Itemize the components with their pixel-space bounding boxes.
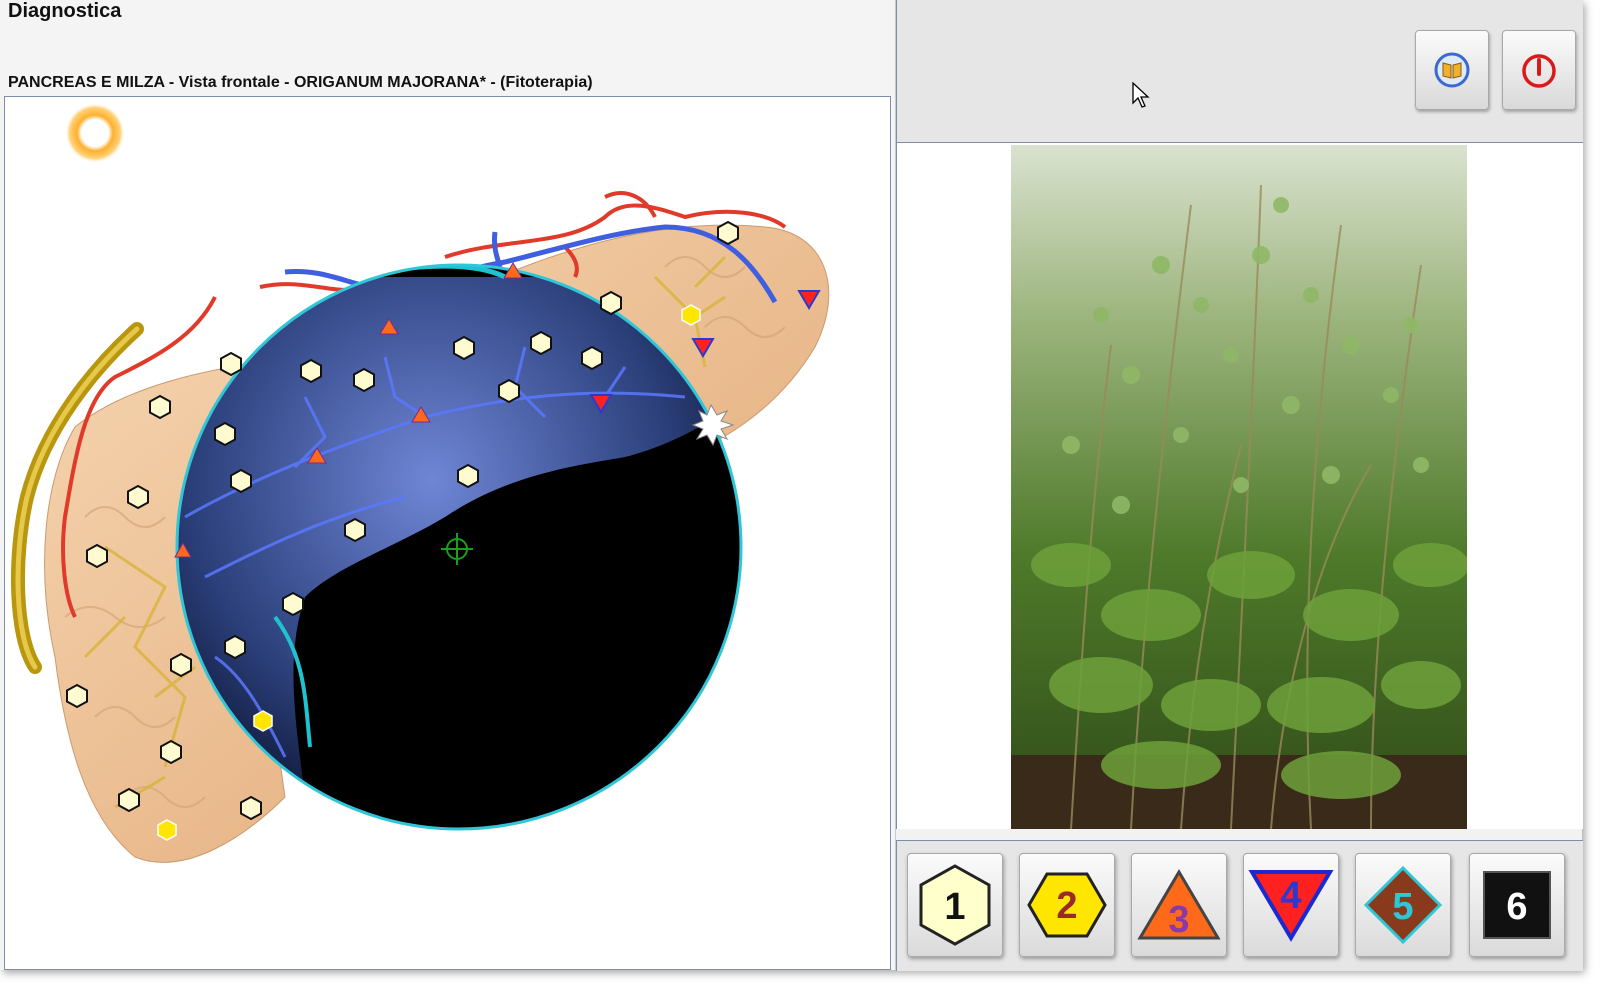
hex-marker (240, 795, 262, 821)
diagnosis-panel: Diagnostica PANCREAS E MILZA - Vista fro… (0, 0, 896, 970)
hex-marker (717, 220, 739, 246)
anatomy-illustration (10, 103, 830, 863)
hex-marker (498, 378, 520, 404)
anatomy-canvas[interactable] (4, 96, 891, 970)
plant-photo (1011, 145, 1467, 829)
red-triangle-down-icon: 4 (1248, 870, 1334, 942)
hex-marker (86, 543, 108, 569)
orange-triangle-up-icon: 3 (1137, 869, 1221, 941)
hex-marker (457, 463, 479, 489)
marker-button-3[interactable]: 3 (1131, 853, 1227, 957)
hex-marker (581, 345, 603, 371)
glow-marker-icon (65, 103, 125, 163)
black-square-icon: 6 (1483, 871, 1551, 939)
hex-marker-yellow (157, 819, 177, 841)
hex-marker (160, 739, 182, 765)
marker-button-6[interactable]: 6 (1469, 853, 1565, 957)
marker-label-5: 5 (1392, 886, 1413, 928)
hex-marker (300, 358, 322, 384)
hex-marker (600, 290, 622, 316)
hex-marker-yellow (681, 304, 701, 326)
hex-marker (170, 652, 192, 678)
hex-marker-yellow (253, 710, 273, 732)
hex-marker (282, 591, 304, 617)
marker-button-5[interactable]: 5 (1355, 853, 1451, 957)
hex-marker (453, 335, 475, 361)
marker-button-1[interactable]: 1 (907, 853, 1003, 957)
book-button[interactable] (1415, 30, 1489, 110)
marker-label-2: 2 (1056, 885, 1077, 927)
marker-label-3: 3 (1168, 899, 1189, 941)
hex-marker (224, 634, 246, 660)
marker-label-1: 1 (944, 886, 965, 928)
hex-marker (220, 351, 242, 377)
hex-marker (214, 421, 236, 447)
brown-diamond-icon: 5 (1363, 865, 1443, 945)
photo-panel (896, 143, 1583, 829)
book-icon (1434, 52, 1470, 88)
window-title: Diagnostica (8, 0, 122, 22)
hex-marker (344, 517, 366, 543)
hex-marker (66, 683, 88, 709)
marker-button-2[interactable]: 2 (1019, 853, 1115, 957)
view-caption: PANCREAS E MILZA - Vista frontale - ORIG… (8, 74, 593, 91)
hex-marker (118, 787, 140, 813)
diagnostica-window: Diagnostica PANCREAS E MILZA - Vista fro… (0, 0, 1583, 971)
marker-label-6: 6 (1506, 886, 1527, 928)
hex-marker (149, 394, 171, 420)
origanum-majorana-plant-icon (1011, 145, 1467, 829)
power-icon (1522, 54, 1556, 88)
mouse-cursor-icon (1132, 82, 1150, 108)
power-button[interactable] (1502, 30, 1576, 110)
hex-marker (353, 367, 375, 393)
hex-marker (127, 484, 149, 510)
marker-label-4: 4 (1280, 875, 1301, 917)
yellow-hexagon-icon: 2 (1027, 872, 1107, 938)
marker-button-4[interactable]: 4 (1243, 853, 1339, 957)
hex-marker (230, 468, 252, 494)
hex-marker (530, 330, 552, 356)
white-hexagon-icon: 1 (919, 864, 991, 946)
